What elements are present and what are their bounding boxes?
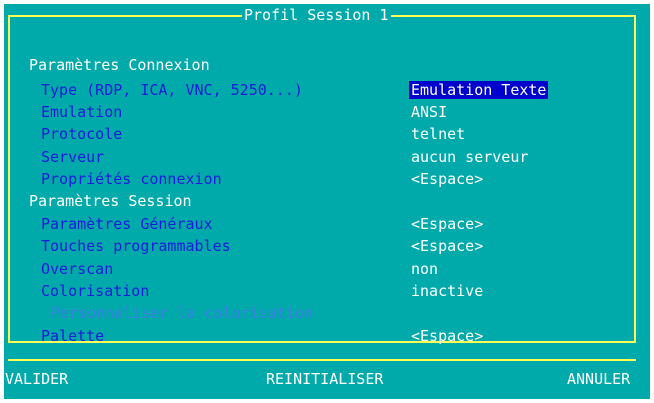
field-label-proprietes-connexion[interactable]: Propriétés connexion [41, 170, 222, 188]
field-value-overscan[interactable]: non [411, 260, 438, 278]
field-label-palette[interactable]: Palette [41, 327, 104, 345]
section-heading-connexion: Paramètres Connexion [29, 56, 210, 74]
field-value-emulation[interactable]: ANSI [411, 103, 447, 121]
field-value-serveur[interactable]: aucun serveur [411, 148, 528, 166]
field-label-parametres-generaux[interactable]: Paramètres Généraux [41, 215, 213, 233]
field-value-protocole[interactable]: telnet [411, 125, 465, 143]
field-value-colorisation[interactable]: inactive [411, 282, 483, 300]
field-label-overscan[interactable]: Overscan [41, 260, 113, 278]
button-bar-separator [8, 359, 636, 361]
reinitialiser-button[interactable]: REINITIALISER [266, 370, 384, 388]
dialog-title: Profil Session 1 [242, 6, 391, 24]
field-value-proprietes-connexion[interactable]: <Espace> [411, 170, 483, 188]
field-label-colorisation[interactable]: Colorisation [41, 282, 149, 300]
field-label-type[interactable]: Type (RDP, ICA, VNC, 5250...) [41, 81, 303, 99]
field-label-touches-programmables[interactable]: Touches programmables [41, 237, 231, 255]
valider-button[interactable]: VALIDER [5, 370, 69, 388]
field-label-emulation[interactable]: Emulation [41, 103, 122, 121]
section-heading-session: Paramètres Session [29, 192, 192, 210]
annuler-button[interactable]: ANNULER [567, 370, 631, 388]
field-value-type[interactable]: Emulation Texte [409, 81, 549, 99]
field-label-protocole[interactable]: Protocole [41, 125, 122, 143]
field-label-personnaliser-colorisation: Personnaliser la colorisation [51, 304, 313, 322]
field-value-palette[interactable]: <Espace> [411, 327, 483, 345]
field-label-serveur[interactable]: Serveur [41, 148, 104, 166]
field-value-touches-programmables[interactable]: <Espace> [411, 237, 483, 255]
field-value-parametres-generaux[interactable]: <Espace> [411, 215, 483, 233]
